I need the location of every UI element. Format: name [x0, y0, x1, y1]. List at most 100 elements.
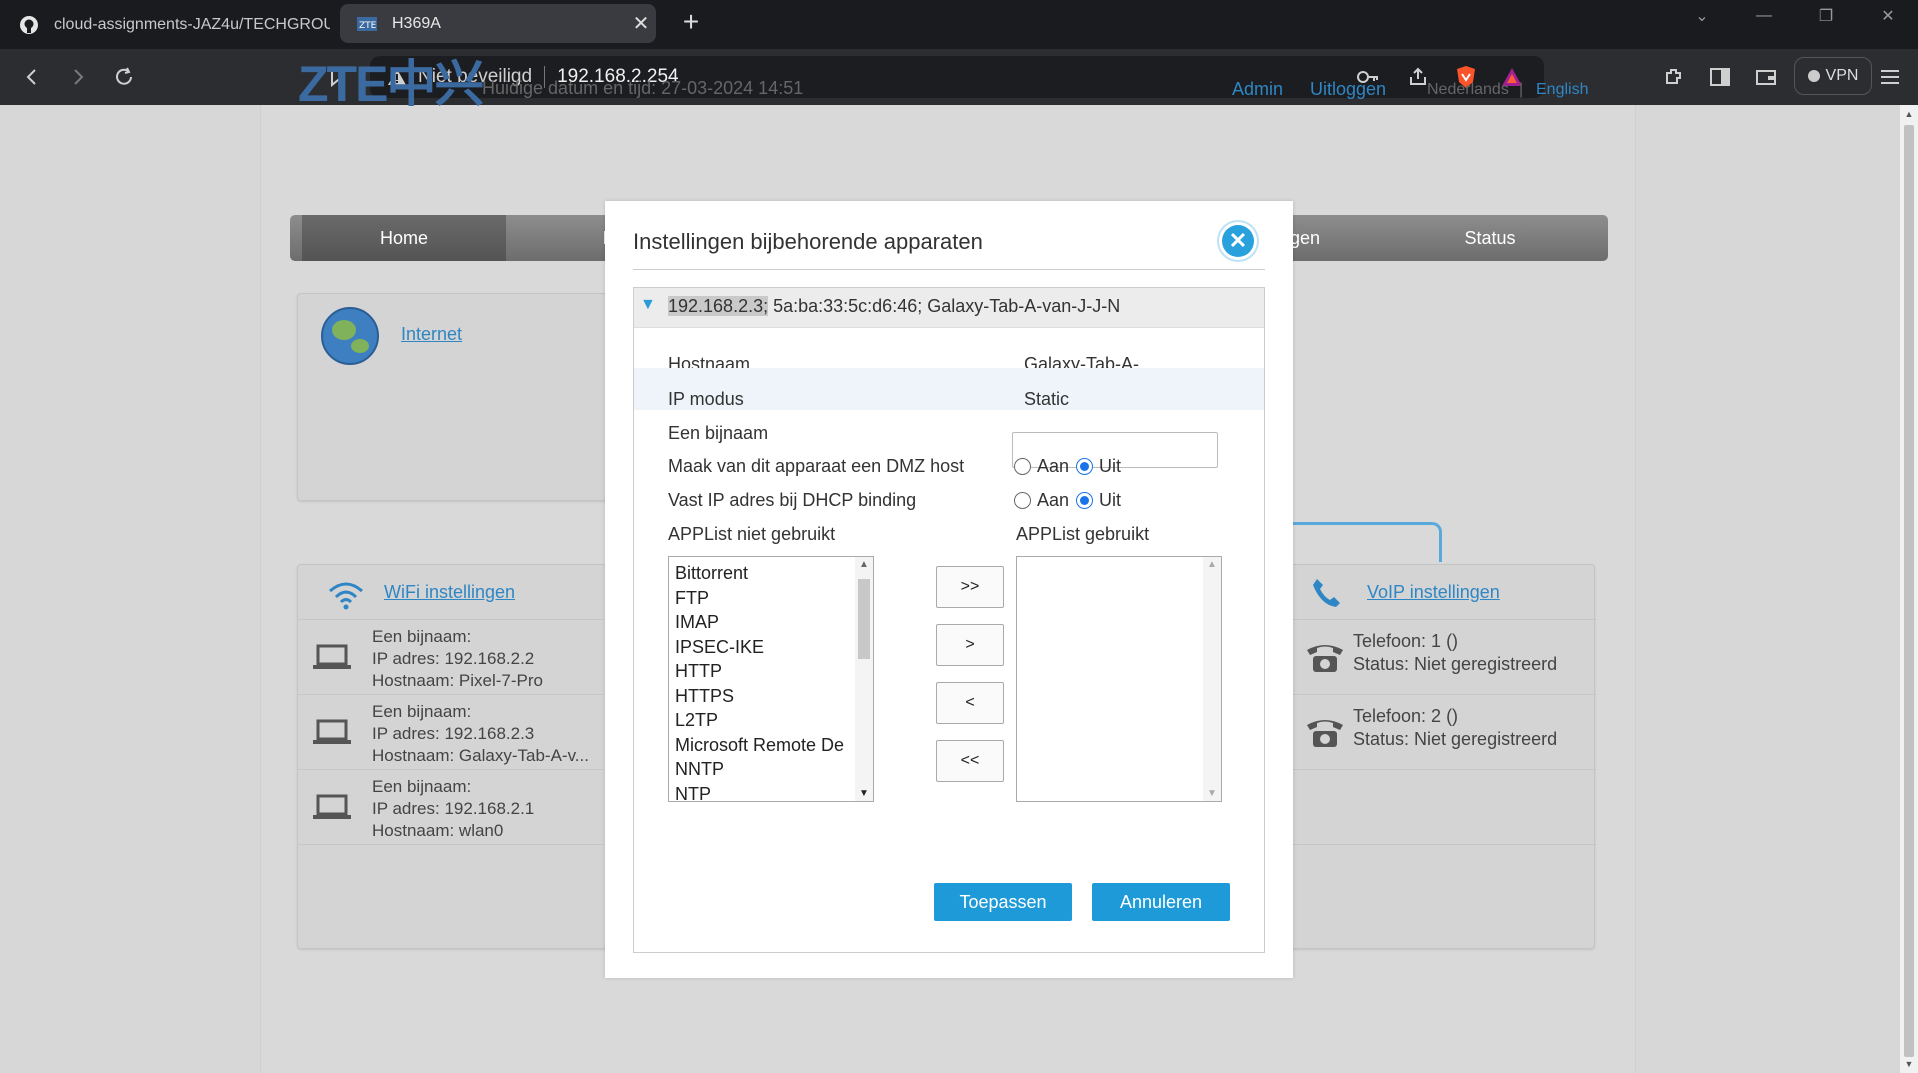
- applist-option[interactable]: FTP: [675, 586, 844, 611]
- list-item[interactable]: Een bijnaam: IP adres: 192.168.2.3 Hostnaa…: [298, 694, 603, 769]
- nav-settings-partial[interactable]: gen: [1290, 215, 1350, 261]
- new-tab-button[interactable]: +: [676, 8, 706, 38]
- page-scrollbar[interactable]: ▲ ▼: [1900, 105, 1918, 1073]
- associated-devices-dialog: Instellingen bijbehorende apparaten ✕ ▼ …: [605, 201, 1293, 978]
- language-english[interactable]: English: [1536, 81, 1588, 99]
- tab-github[interactable]: cloud-assignments-JAZ4u/TECHGROU: [0, 0, 330, 49]
- ipmode-label: IP modus: [668, 389, 744, 409]
- scrollbar-thumb[interactable]: [1904, 125, 1914, 1057]
- scroll-down-icon[interactable]: ▼: [1203, 788, 1221, 799]
- restore-button[interactable]: ❐: [1796, 0, 1856, 32]
- telephone-icon: [1305, 715, 1345, 754]
- tab-title: H369A: [392, 14, 441, 32]
- tab-search-chevron-icon[interactable]: ⌄: [1672, 0, 1732, 32]
- device-summary: 192.168.2.3; 5a:ba:33:5c:d6:46; Galaxy-T…: [668, 296, 1121, 316]
- zte-favicon-icon: ZTE: [356, 13, 378, 35]
- move-left-button[interactable]: <: [936, 682, 1004, 724]
- dmz-on-radio[interactable]: Aan: [1014, 456, 1069, 477]
- browser-toolbar: Niet beveiligd 192.168.2.254 VPN: [0, 49, 1918, 105]
- radio-on-icon: [1076, 458, 1093, 475]
- device-info: Een bijnaam: IP adres: 192.168.2.2 Hostnaa…: [372, 627, 544, 690]
- applist-used-listbox[interactable]: ▲ ▼: [1016, 556, 1222, 802]
- sidebar-icon[interactable]: [1704, 61, 1736, 93]
- list-item[interactable]: Een bijnaam: IP adres: 192.168.2.1 Hostnaa…: [298, 769, 603, 844]
- phone-info: Telefoon: 1 () Status: Niet geregistreerd: [1353, 631, 1558, 674]
- laptop-icon: [312, 717, 352, 747]
- listbox-scrollbar[interactable]: ▲ ▼: [1203, 557, 1221, 801]
- menu-icon[interactable]: [1874, 61, 1906, 93]
- dmz-off-radio[interactable]: Uit: [1076, 456, 1121, 477]
- list-item-empty: [1291, 769, 1596, 844]
- scrollbar-thumb[interactable]: [858, 579, 870, 659]
- globe-icon: [320, 306, 380, 366]
- applist-option[interactable]: L2TP: [675, 708, 844, 733]
- scroll-up-icon[interactable]: ▲: [855, 559, 873, 570]
- nav-status[interactable]: Status: [1420, 215, 1560, 261]
- svg-text:ZTE: ZTE: [359, 21, 377, 31]
- vpn-status-icon: [1807, 70, 1820, 82]
- list-item[interactable]: Telefoon: 1 () Status: Niet geregistreerd: [1291, 619, 1596, 694]
- close-dialog-button[interactable]: ✕: [1217, 220, 1259, 262]
- current-datetime: Huidige datum en tijd: 27-03-2024 14:51: [482, 78, 804, 98]
- scroll-down-icon[interactable]: ▼: [1900, 1059, 1918, 1073]
- applist-unused-items[interactable]: Bittorrent FTP IMAP IPSEC-IKE HTTP HTTPS L2TP M…: [675, 561, 844, 802]
- list-item-empty: [298, 844, 603, 919]
- phone-handset-icon: [1311, 577, 1341, 609]
- wallet-icon[interactable]: [1750, 61, 1782, 93]
- minimize-button[interactable]: —: [1734, 0, 1794, 32]
- voip-card: VoIP instellingen Telefoon: 1 () Status: …: [1290, 564, 1596, 949]
- scroll-up-icon[interactable]: ▲: [1900, 109, 1918, 123]
- device-info: Een bijnaam: IP adres: 192.168.2.1 Hostnaa…: [372, 777, 535, 840]
- wifi-card: WiFi instellingen Een bijnaam: IP adres: …: [297, 564, 607, 949]
- language-dutch[interactable]: Nederlands: [1427, 81, 1509, 99]
- applist-option[interactable]: HTTPS: [675, 684, 844, 709]
- internet-link[interactable]: Internet: [401, 324, 462, 345]
- internet-card: Internet: [297, 293, 607, 501]
- collapse-triangle-icon[interactable]: ▼: [640, 296, 656, 314]
- extensions-icon[interactable]: [1658, 61, 1690, 93]
- zte-logo: ZTE中兴: [298, 56, 484, 112]
- applist-option[interactable]: Bittorrent: [675, 561, 844, 586]
- dhcp-on-radio[interactable]: Aan: [1014, 490, 1069, 511]
- title-divider: [633, 269, 1265, 270]
- scroll-up-icon[interactable]: ▲: [1203, 559, 1221, 570]
- move-all-right-button[interactable]: >>: [936, 566, 1004, 608]
- move-all-left-button[interactable]: <<: [936, 740, 1004, 782]
- forward-button[interactable]: [62, 61, 94, 93]
- reload-button[interactable]: [108, 61, 140, 93]
- logout-link[interactable]: Uitloggen: [1310, 79, 1386, 100]
- admin-link[interactable]: Admin: [1232, 79, 1283, 100]
- dhcp-off-radio[interactable]: Uit: [1076, 490, 1121, 511]
- dmz-label: Maak van dit apparaat een DMZ host: [668, 456, 965, 476]
- applist-option[interactable]: HTTP: [675, 659, 844, 684]
- scroll-down-icon[interactable]: ▼: [855, 788, 873, 799]
- github-icon: [18, 14, 40, 36]
- dhcp-binding-label: Vast IP adres bij DHCP binding: [668, 490, 917, 510]
- back-button[interactable]: [16, 61, 48, 93]
- applist-option[interactable]: NNTP: [675, 757, 844, 782]
- radio-off-icon: [1014, 458, 1031, 475]
- nav-home[interactable]: Home: [302, 215, 506, 261]
- apply-button[interactable]: Toepassen: [934, 883, 1072, 921]
- vpn-button[interactable]: VPN: [1794, 57, 1872, 95]
- connector-line: [1290, 522, 1442, 562]
- voip-settings-link[interactable]: VoIP instellingen: [1367, 582, 1500, 603]
- device-header[interactable]: ▼ 192.168.2.3; 5a:ba:33:5c:d6:46; Galaxy…: [634, 288, 1264, 328]
- applist-option[interactable]: IPSEC-IKE: [675, 635, 844, 660]
- applist-unused-listbox[interactable]: Bittorrent FTP IMAP IPSEC-IKE HTTP HTTPS L2TP M…: [668, 556, 874, 802]
- close-tab-icon[interactable]: ✕: [626, 11, 656, 36]
- list-item[interactable]: Telefoon: 2 () Status: Niet geregistreerd: [1291, 694, 1596, 769]
- move-right-button[interactable]: >: [936, 624, 1004, 666]
- applist-option[interactable]: IMAP: [675, 610, 844, 635]
- applist-option[interactable]: Microsoft Remote De: [675, 733, 844, 758]
- tab-h369a[interactable]: ZTE H369A ✕: [340, 4, 656, 43]
- device-panel: ▼ 192.168.2.3; 5a:ba:33:5c:d6:46; Galaxy…: [633, 287, 1265, 953]
- list-item[interactable]: Een bijnaam: IP adres: 192.168.2.2 Hostnaa…: [298, 619, 603, 694]
- applist-option[interactable]: NTP: [675, 782, 844, 802]
- listbox-scrollbar[interactable]: ▲ ▼: [855, 557, 873, 801]
- close-window-button[interactable]: ✕: [1858, 0, 1918, 32]
- tab-title: cloud-assignments-JAZ4u/TECHGROU: [54, 15, 330, 33]
- cancel-button[interactable]: Annuleren: [1092, 883, 1230, 921]
- vpn-label: VPN: [1825, 67, 1859, 84]
- wifi-settings-link[interactable]: WiFi instellingen: [384, 582, 515, 603]
